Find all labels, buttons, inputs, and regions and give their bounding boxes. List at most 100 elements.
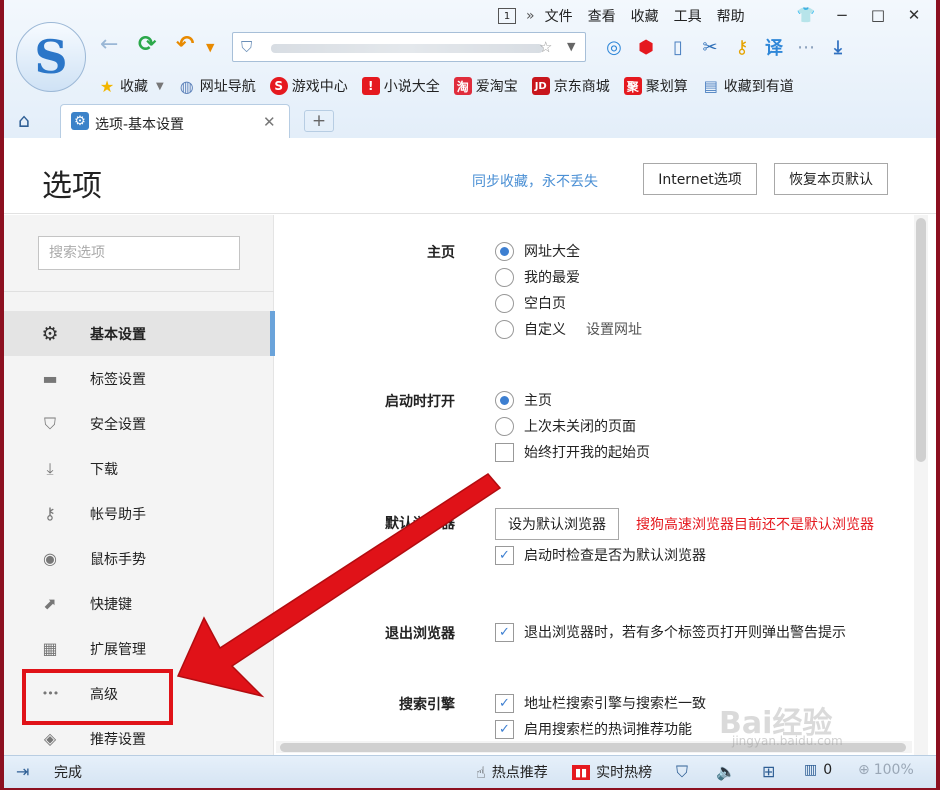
radio-icon[interactable]: [495, 293, 514, 313]
bookmark-taobao[interactable]: 淘爱淘宝: [453, 76, 518, 96]
screenshot-icon[interactable]: ⬢: [630, 37, 662, 58]
menu-favorites[interactable]: 收藏: [631, 6, 659, 26]
default-browser-label: 默认浏览器: [385, 516, 455, 532]
close-window-button[interactable]: ✕: [896, 6, 932, 24]
bookmark-youdao[interactable]: ▤ 收藏到有道: [702, 76, 794, 96]
blurred-url: [271, 44, 543, 53]
browser-chrome: S 1 » 文件 查看 收藏 工具 帮助 👕 − □ ✕ ← ⟳ ↶ ▼ ⛉ ☆…: [4, 0, 936, 138]
checkbox-checked-icon[interactable]: ✓: [495, 693, 514, 713]
chart-bar-icon: ▮▮: [572, 764, 591, 780]
sogou-logo[interactable]: S: [16, 22, 86, 92]
radio-selected-icon[interactable]: [495, 390, 514, 410]
radio-icon[interactable]: [495, 416, 514, 436]
checkbox-checked-icon[interactable]: ✓: [495, 545, 514, 565]
realtime-hot-button[interactable]: ▮▮ 实时热榜: [572, 762, 652, 782]
bookmark-games[interactable]: S 游戏中心: [269, 76, 348, 96]
toolbar-icons: ◎ ⬢ ▯ ✂ ⚷ 译 ⋯ ⤓: [598, 34, 854, 60]
bookmark-navigation[interactable]: ◍ 网址导航: [178, 76, 256, 96]
checkbox-checked-icon[interactable]: ✓: [495, 622, 514, 642]
menu-help[interactable]: 帮助: [717, 6, 745, 26]
homepage-option-custom[interactable]: 自定义 设置网址: [495, 319, 642, 339]
sidebar-item-mouse-gesture[interactable]: ◉ 鼠标手势: [4, 536, 274, 581]
status-bar: ⇥ 完成 ☝ 热点推荐 ▮▮ 实时热榜 ⛉ 🔈 ⊞ ▥ 0 ⊕ 100%: [4, 755, 936, 788]
sidebar-item-extensions[interactable]: ▦ 扩展管理: [4, 626, 274, 671]
set-url-link[interactable]: 设置网址: [586, 319, 642, 339]
radio-selected-icon[interactable]: [495, 241, 514, 261]
more-circle-icon[interactable]: ⋯: [790, 37, 822, 58]
add-window-icon[interactable]: ⊞: [762, 762, 775, 781]
vertical-scroll-thumb[interactable]: [916, 218, 926, 462]
skin-shirt-icon[interactable]: 👕: [788, 6, 824, 24]
tab-options-basic[interactable]: ⚙ 选项-基本设置 ✕: [60, 104, 290, 138]
sidebar-item-account[interactable]: ⚷ 帐号助手: [4, 491, 274, 536]
sidebar-item-basic[interactable]: ⚙ 基本设置: [4, 311, 275, 356]
download-arrow-icon[interactable]: ⤓: [822, 37, 854, 58]
address-dropdown-icon[interactable]: ▼: [567, 40, 575, 53]
double-chevron-icon[interactable]: »: [526, 8, 535, 24]
phone-icon[interactable]: ▯: [662, 37, 694, 58]
radio-icon[interactable]: [495, 267, 514, 287]
bookmark-novels[interactable]: ! 小说大全: [361, 76, 440, 96]
sidebar-item-security[interactable]: ⛉ 安全设置: [4, 401, 274, 446]
sidebar-item-tabs[interactable]: ▬ 标签设置: [4, 356, 274, 401]
page-box-icon[interactable]: 1: [498, 8, 516, 24]
new-tab-button[interactable]: +: [304, 110, 334, 132]
startup-option-home[interactable]: 主页: [495, 390, 552, 410]
chevron-down-icon[interactable]: ▼: [156, 81, 164, 92]
maximize-button[interactable]: □: [860, 6, 896, 24]
undo-icon[interactable]: ↶: [176, 34, 194, 56]
exit-warning-check[interactable]: ✓ 退出浏览器时，若有多个标签页打开则弹出警告提示: [495, 622, 846, 642]
set-default-browser-button[interactable]: 设为默认浏览器: [495, 508, 619, 540]
search-options-input[interactable]: [38, 236, 240, 270]
homepage-option-favorites[interactable]: 我的最爱: [495, 267, 580, 287]
search-engine-sync-check[interactable]: ✓ 地址栏搜索引擎与搜索栏一致: [495, 693, 706, 713]
bookmark-jd[interactable]: JD 京东商城: [531, 76, 610, 96]
hot-recommend-button[interactable]: ☝ 热点推荐: [476, 762, 548, 782]
bookmark-favorites[interactable]: ★ 收藏 ▼: [98, 76, 164, 96]
homepage-label: 主页: [427, 245, 455, 261]
startup-option-last-session[interactable]: 上次未关闭的页面: [495, 416, 636, 436]
sidebar-item-download[interactable]: ⤓ 下载: [4, 446, 274, 491]
bookmark-juhuasuan[interactable]: 聚聚划算: [623, 76, 688, 96]
sync-link[interactable]: 同步收藏，永不丢失: [472, 171, 598, 191]
extension-grid-icon: ▦: [42, 639, 58, 658]
close-tab-icon[interactable]: ✕: [263, 113, 276, 131]
minimize-button[interactable]: −: [824, 6, 860, 24]
address-bar[interactable]: ⛉ ☆ ▼: [232, 32, 586, 62]
undo-dropdown-icon[interactable]: ▼: [206, 42, 214, 53]
refresh-icon[interactable]: ⟳: [138, 34, 156, 56]
sync-circle-icon[interactable]: ◎: [598, 37, 630, 58]
internet-options-button[interactable]: Internet选项: [643, 163, 757, 195]
radio-icon[interactable]: [495, 319, 514, 339]
homepage-option-blank[interactable]: 空白页: [495, 293, 566, 313]
checkbox-checked-icon[interactable]: ✓: [495, 719, 514, 739]
key-icon[interactable]: ⚷: [726, 37, 758, 58]
home-icon[interactable]: ⌂: [18, 110, 30, 132]
zoom-control[interactable]: ⊕ 100%: [858, 762, 914, 778]
menu-view[interactable]: 查看: [588, 6, 616, 26]
restore-default-button[interactable]: 恢复本页默认: [774, 163, 888, 195]
startup-checkbox-start-page[interactable]: 始终打开我的起始页: [495, 442, 650, 462]
speaker-icon[interactable]: 🔈: [716, 762, 736, 781]
sogou-s-icon: S: [34, 30, 68, 84]
sidebar-item-advanced[interactable]: ••• 高级: [4, 671, 274, 716]
sidebar-item-shortcuts[interactable]: ⬈ 快捷键: [4, 581, 274, 626]
book-icon: !: [361, 77, 380, 95]
menu-file[interactable]: 文件: [545, 6, 573, 26]
sidebar: ⚙基本设置 ▬标签设置 ⛉安全设置 ⤓下载 ⚷帐号助手 ◉鼠标手势 ⬈快捷键 ▦…: [4, 215, 275, 755]
sidebar-toggle-icon[interactable]: ⇥: [16, 762, 29, 781]
default-browser-check[interactable]: ✓ 启动时检查是否为默认浏览器: [495, 545, 706, 565]
sidebar-divider: [4, 291, 274, 292]
favorite-star-icon[interactable]: ☆: [539, 38, 552, 56]
back-arrow-icon[interactable]: ←: [100, 34, 118, 56]
security-shield-icon[interactable]: ⛉: [676, 762, 688, 782]
search-hotword-check[interactable]: ✓ 启用搜索栏的热词推荐功能: [495, 719, 692, 739]
scissors-icon[interactable]: ✂: [694, 37, 726, 58]
menu-tools[interactable]: 工具: [674, 6, 702, 26]
startup-label: 启动时打开: [385, 394, 455, 410]
checkbox-icon[interactable]: [495, 442, 514, 462]
game-icon: S: [269, 77, 288, 95]
homepage-option-nav[interactable]: 网址大全: [495, 241, 580, 261]
ad-block-counter[interactable]: ▥ 0: [804, 762, 832, 778]
translate-icon[interactable]: 译: [758, 34, 790, 60]
